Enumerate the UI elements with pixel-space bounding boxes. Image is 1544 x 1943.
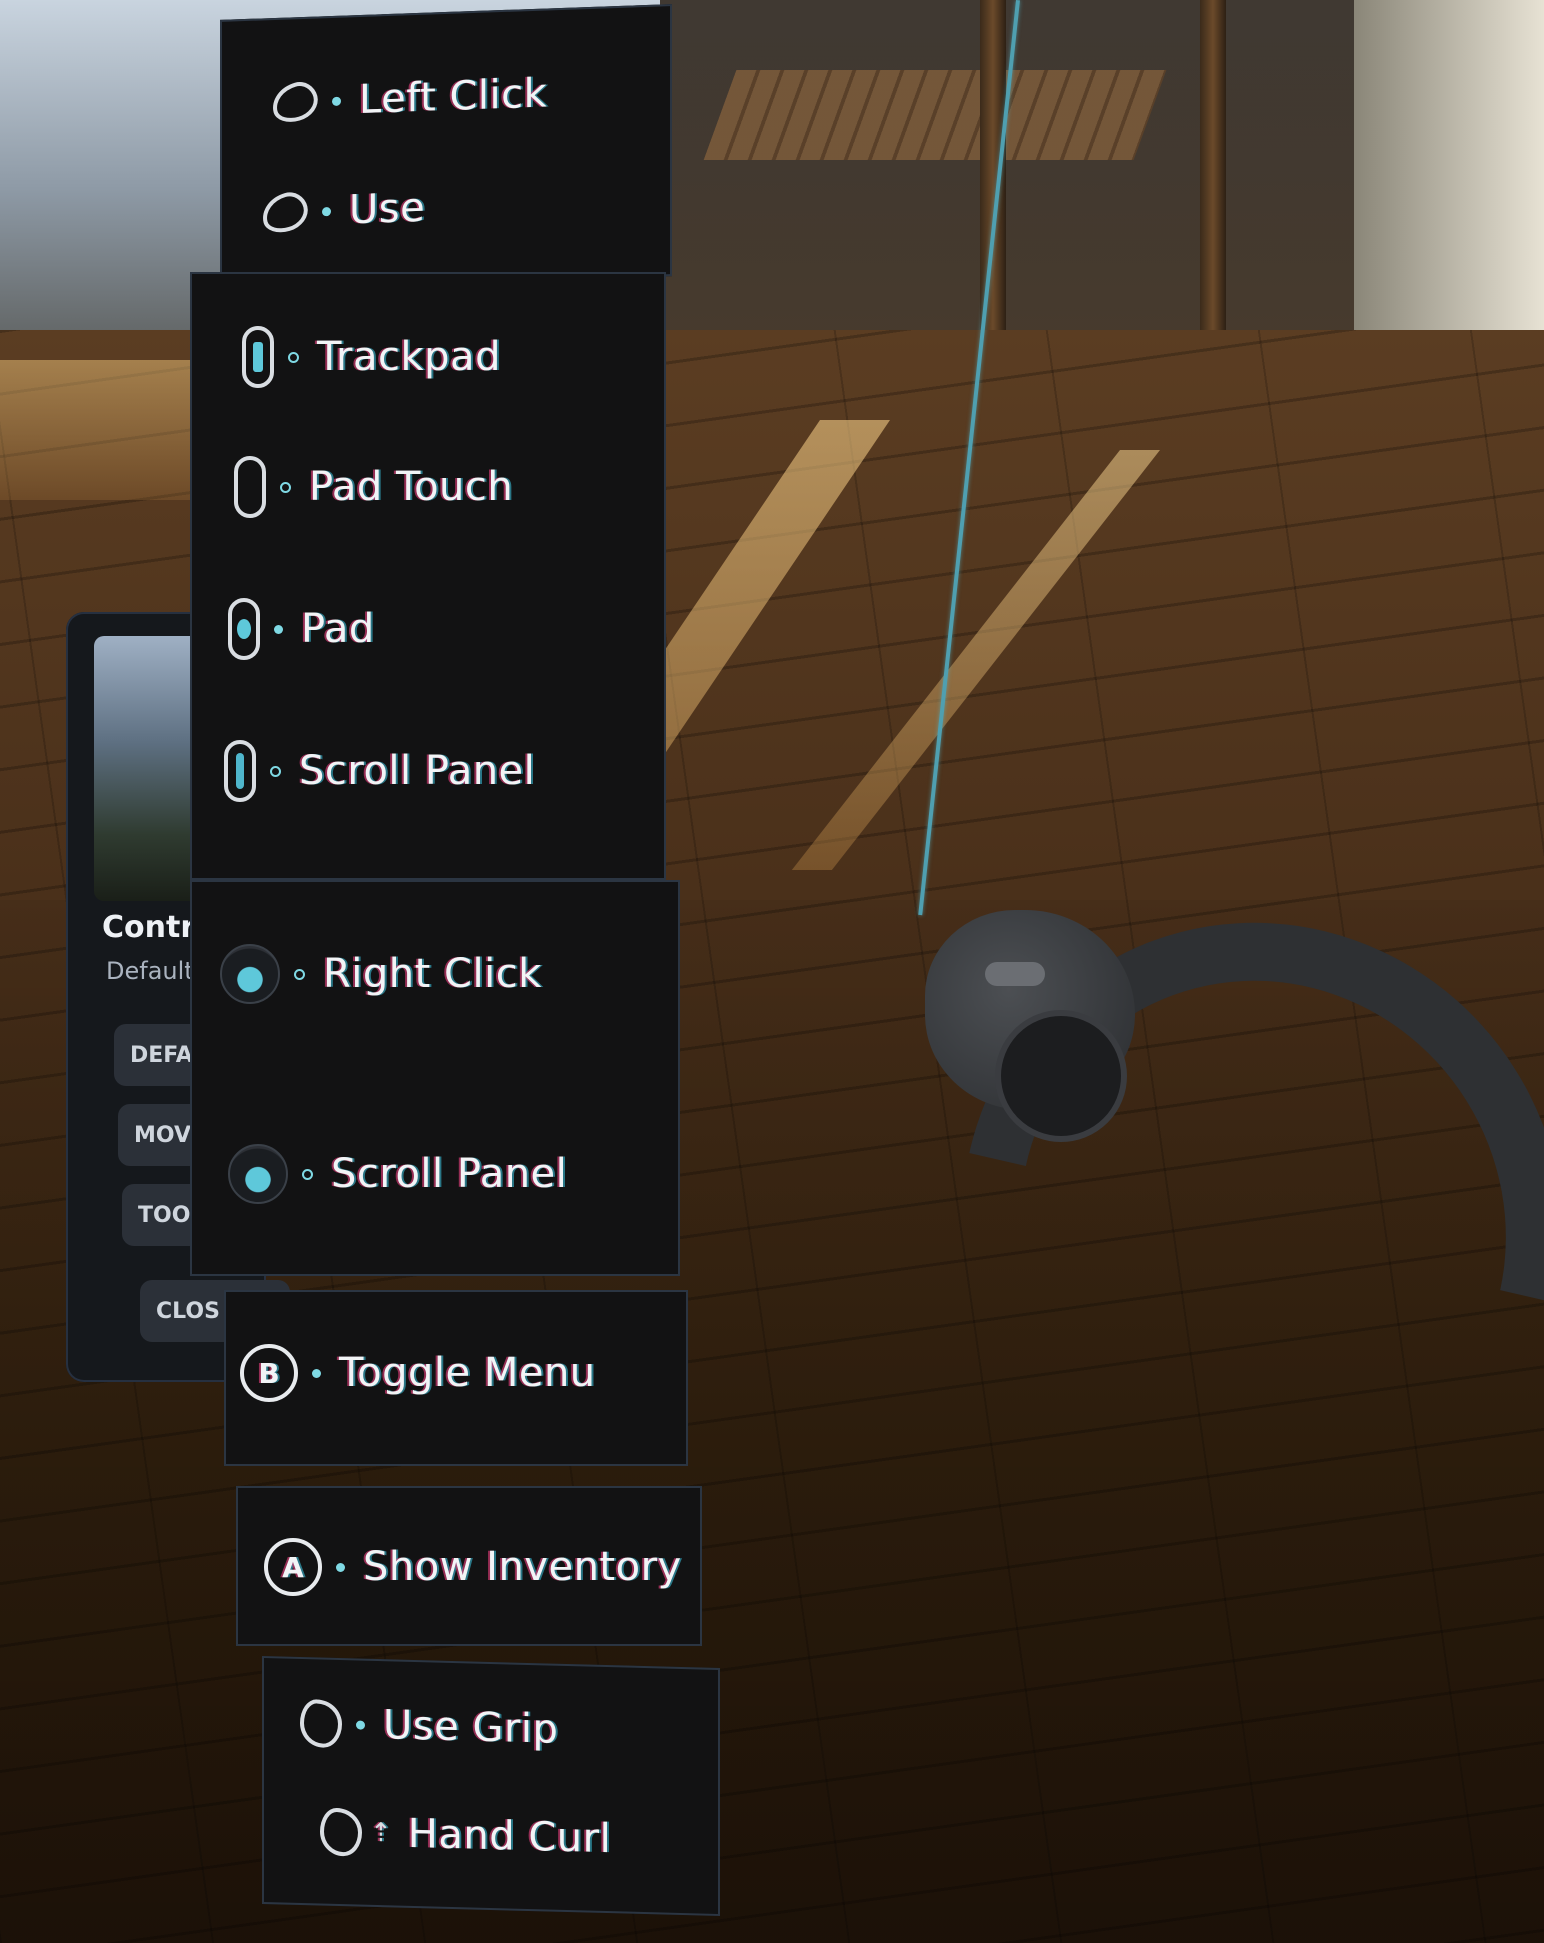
trackpad-touch-icon (234, 456, 266, 518)
trigger-icon (258, 188, 312, 238)
action-dot (356, 1719, 365, 1730)
binding-label: Toggle Menu (339, 1350, 596, 1396)
controller-sensor (985, 962, 1045, 986)
a-button-bindings-panel: A Show Inventory (236, 1486, 702, 1646)
trackpad-scroll-icon (224, 740, 256, 802)
thumbstick-bindings-panel: Right Click Scroll Panel (190, 880, 680, 1276)
binding-label: Use (349, 184, 426, 234)
binding-row-toggle-menu[interactable]: B Toggle Menu (240, 1344, 596, 1402)
action-dot (280, 481, 291, 493)
binding-row-scroll-panel[interactable]: Scroll Panel (224, 740, 535, 802)
curl-arrows-icon: ⇡ (370, 1817, 392, 1849)
thumbstick-click-icon (220, 944, 280, 1004)
binding-row-use-grip[interactable]: Use Grip (300, 1698, 559, 1754)
grip-curl-icon (320, 1807, 362, 1857)
b-button-bindings-panel: B Toggle Menu (224, 1290, 688, 1466)
binding-label: Pad (301, 606, 375, 652)
binding-label: Right Click (323, 951, 542, 997)
binding-row-trackpad[interactable]: Trackpad (242, 326, 501, 388)
action-dot (336, 1562, 345, 1572)
binding-row-pad-touch[interactable]: Pad Touch (234, 456, 513, 518)
trackpad-bindings-panel: Trackpad Pad Touch Pad Scroll Panel (190, 272, 666, 880)
binding-row-scroll-panel[interactable]: Scroll Panel (228, 1144, 567, 1204)
b-button-icon: B (240, 1344, 298, 1402)
binding-label: Pad Touch (309, 464, 514, 510)
trigger-icon (268, 77, 322, 127)
binding-label: Show Inventory (363, 1544, 682, 1590)
binding-row-hand-curl[interactable]: ⇡ Hand Curl (320, 1807, 612, 1864)
action-dot (288, 351, 299, 363)
binding-label: Trackpad (317, 334, 501, 380)
binding-label: Scroll Panel (331, 1151, 568, 1197)
action-dot (322, 206, 331, 216)
window-frame (1200, 0, 1226, 370)
binding-row-left-click[interactable]: Left Click (268, 70, 548, 127)
outdoor-bench (703, 70, 1167, 160)
action-dot (312, 1368, 321, 1378)
action-dot (302, 1168, 313, 1180)
binding-row-use[interactable]: Use (258, 184, 426, 238)
grip-bindings-panel: Use Grip ⇡ Hand Curl (262, 1656, 720, 1916)
action-dot (294, 968, 305, 980)
a-button-icon: A (264, 1538, 322, 1596)
binding-row-pad[interactable]: Pad (228, 598, 375, 660)
grip-icon (300, 1698, 342, 1749)
action-dot (332, 96, 341, 106)
vr-controller-model (847, 808, 1544, 1648)
action-dot (274, 624, 283, 634)
window-glass (660, 0, 1420, 360)
binding-row-show-inventory[interactable]: A Show Inventory (264, 1538, 682, 1596)
trackpad-icon (242, 326, 274, 388)
binding-label: Use Grip (383, 1702, 559, 1753)
action-dot (270, 765, 281, 777)
trackpad-press-icon (228, 598, 260, 660)
panel-title: Contr (102, 910, 196, 945)
binding-label: Hand Curl (407, 1810, 612, 1863)
thumbstick-icon (228, 1144, 288, 1204)
trigger-bindings-panel: Left Click Use (220, 4, 672, 292)
binding-label: Scroll Panel (299, 748, 536, 794)
controller-tracking-ring (995, 1010, 1127, 1142)
binding-label: Left Click (359, 70, 548, 124)
panel-subtitle: Default (106, 957, 194, 985)
binding-row-right-click[interactable]: Right Click (220, 944, 542, 1004)
